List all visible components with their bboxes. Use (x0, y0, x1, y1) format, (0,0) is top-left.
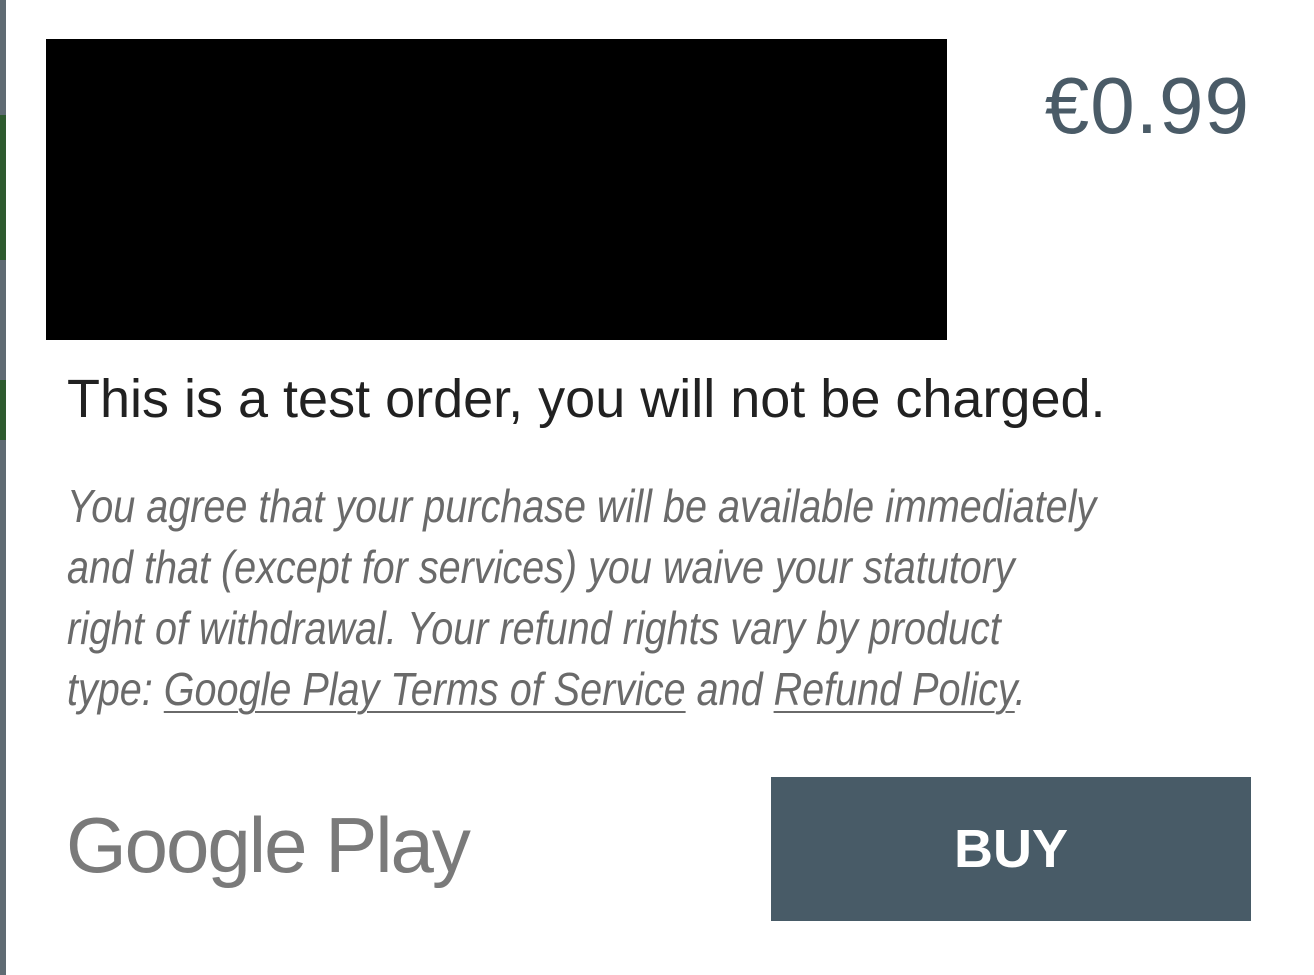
google-play-logo: Google Play (66, 801, 471, 889)
terms-of-service-link[interactable]: Google Play Terms of Service (164, 663, 686, 715)
legal-line: right of withdrawal. Your refund rights … (67, 602, 1001, 654)
legal-line: You agree that your purchase will be ava… (67, 480, 1097, 532)
legal-line: type: Google Play Terms of Service and R… (67, 659, 1099, 720)
product-image-redacted (46, 39, 947, 340)
price-label: €0.99 (1044, 61, 1250, 150)
legal-and-text: and (685, 663, 774, 715)
legal-line: and that (except for services) you waive… (67, 541, 1015, 593)
legal-disclaimer: You agree that your purchase will be ava… (67, 476, 1099, 720)
test-order-notice: This is a test order, you will not be ch… (67, 369, 1106, 429)
buy-button[interactable]: BUY (771, 777, 1251, 921)
legal-line-prefix: type: (67, 663, 164, 715)
purchase-dialog: €0.99 This is a test order, you will not… (6, 0, 1314, 975)
legal-period: . (1014, 663, 1026, 715)
refund-policy-link[interactable]: Refund Policy (774, 663, 1015, 715)
